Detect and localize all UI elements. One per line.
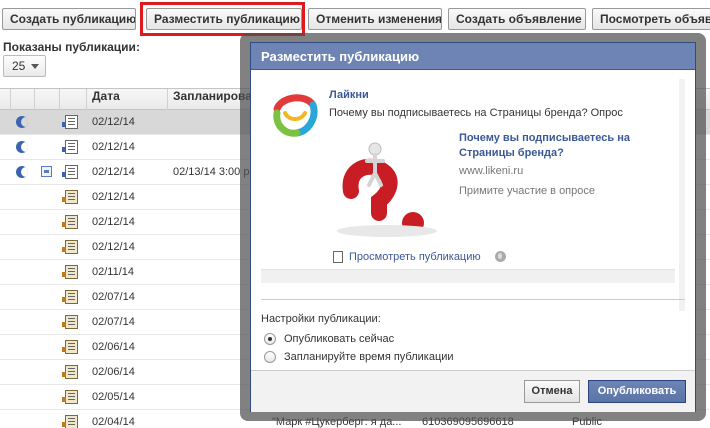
photo-post-icon (62, 415, 78, 428)
calendar-icon (41, 166, 52, 177)
photo-post-icon (62, 190, 78, 204)
create-ad-button[interactable]: Создать объявление (448, 8, 586, 30)
page-name[interactable]: Лайкни (329, 89, 369, 101)
col-status (11, 89, 35, 110)
row-date: 02/12/14 (92, 191, 135, 203)
preview-footer-strip (261, 269, 675, 283)
post-icon (333, 251, 343, 263)
row-date: 02/04/14 (92, 416, 135, 428)
moon-icon (16, 141, 28, 153)
link-title[interactable]: Почему вы подписываетесь на Страницы бре… (459, 131, 669, 161)
page-size-select[interactable]: 25 (3, 55, 46, 77)
row-date: 02/06/14 (92, 341, 135, 353)
create-post-button[interactable]: Создать публикацию (2, 8, 136, 30)
photo-post-icon (62, 240, 78, 254)
photo-post-icon (62, 390, 78, 404)
row-date: 02/12/14 (92, 166, 135, 178)
col-date[interactable]: Дата (87, 89, 168, 110)
row-scheduled: 02/13/14 3:00 p (173, 166, 250, 178)
row-date: 02/12/14 (92, 241, 135, 253)
highlight-box (140, 2, 305, 36)
photo-post-icon (62, 365, 78, 379)
shown-posts-label: Показаны публикации: (3, 40, 140, 54)
post-preview: Лайкни Почему вы подписываетесь на Стран… (261, 79, 685, 311)
post-icon (62, 115, 78, 129)
photo-post-icon (62, 340, 78, 354)
photo-post-icon (62, 290, 78, 304)
publish-button[interactable]: Опубликовать (588, 380, 686, 403)
cancel-button[interactable]: Отмена (524, 380, 580, 403)
row-date: 02/12/14 (92, 216, 135, 228)
publish-now-label[interactable]: Опубликовать сейчас (284, 333, 394, 345)
row-date: 02/12/14 (92, 141, 135, 153)
schedule-radio[interactable] (264, 351, 276, 363)
moon-icon (16, 116, 28, 128)
link-description: Примите участие в опросе (459, 185, 595, 197)
chevron-down-icon (31, 64, 39, 69)
moon-icon (16, 166, 28, 178)
likeni-logo-icon (273, 94, 318, 137)
post-text: Почему вы подписываетесь на Страницы бре… (329, 107, 623, 119)
publish-now-radio[interactable] (264, 333, 276, 345)
post-icon (62, 140, 78, 154)
row-date: 02/07/14 (92, 316, 135, 328)
view-ad-button[interactable]: Посмотреть объявл (592, 8, 710, 30)
photo-post-icon (62, 215, 78, 229)
schedule-label[interactable]: Запланируйте время публикации (284, 351, 454, 363)
globe-icon (495, 251, 506, 262)
view-post-link[interactable]: Просмотреть публикацию (349, 251, 481, 263)
question-mark-image (329, 131, 449, 241)
row-date: 02/12/14 (92, 116, 135, 128)
settings-label: Настройки публикации: (261, 313, 381, 325)
undo-changes-button[interactable]: Отменить изменения (308, 8, 442, 30)
row-date: 02/07/14 (92, 291, 135, 303)
dialog-title: Разместить публикацию (251, 43, 695, 70)
photo-post-icon (62, 315, 78, 329)
col-type (60, 89, 87, 110)
photo-post-icon (62, 265, 78, 279)
row-date: 02/06/14 (92, 366, 135, 378)
link-url: www.likeni.ru (459, 165, 524, 177)
page-size-value: 25 (12, 59, 26, 73)
row-date: 02/05/14 (92, 391, 135, 403)
row-date: 02/11/14 (92, 266, 135, 278)
divider (261, 299, 685, 300)
scrollbar[interactable] (679, 79, 685, 311)
dialog-footer: Отмена Опубликовать (251, 370, 695, 412)
post-icon (62, 165, 78, 179)
publish-dialog: Разместить публикацию Лайкни Почему вы п… (250, 42, 696, 412)
col-check (0, 89, 11, 110)
col-schedule (35, 89, 60, 110)
